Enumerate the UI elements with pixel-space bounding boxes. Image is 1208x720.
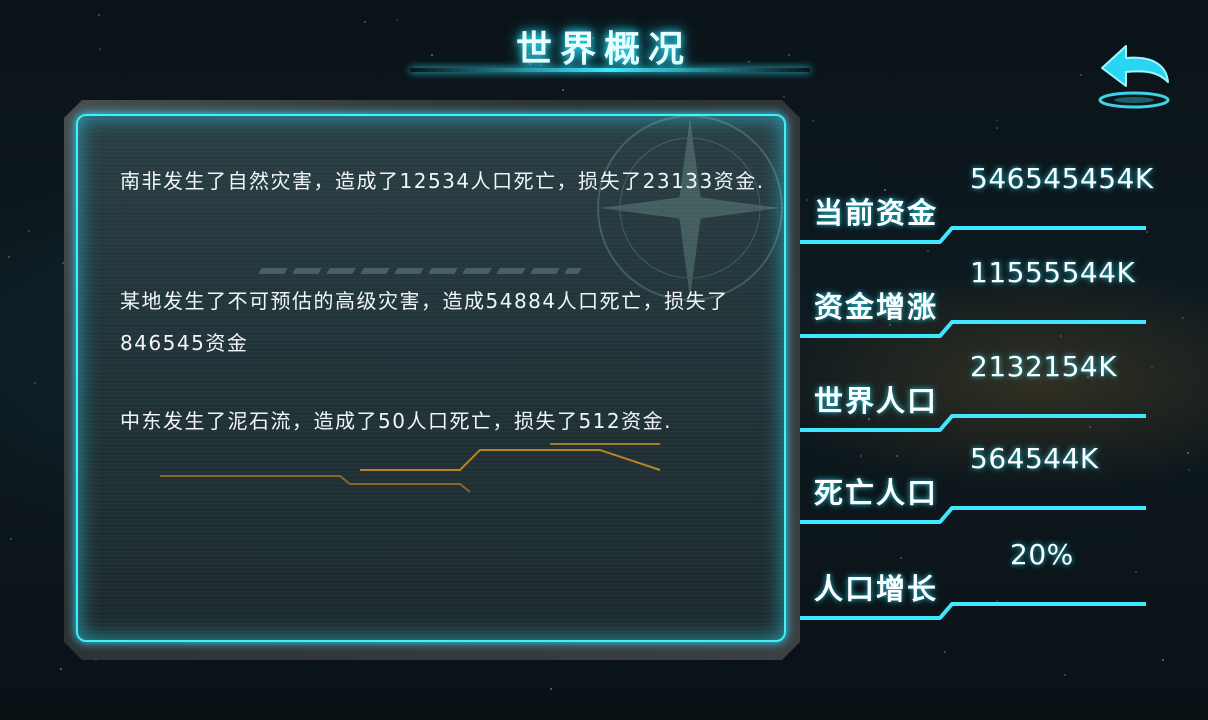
stat-value: 564544K [970,442,1099,475]
star-dot [28,230,30,232]
event-message: 中东发生了泥石流，造成了50人口死亡，损失了512资金. [120,409,672,433]
star-dot [1188,469,1190,471]
star-dot [1080,74,1082,76]
compass-decoration [597,115,783,301]
star-dot [944,651,946,653]
star-dot [996,120,998,122]
stat-value: 11555544K [970,256,1136,289]
star-dot [98,14,100,16]
star-dot [562,89,564,91]
event-message: 南非发生了自然灾害，造成了12534人口死亡，损失了23133资金. [120,169,765,193]
stat-underline [800,414,1146,432]
star-dot [8,256,10,258]
stat-current-funds: 546545454K 当前资金 [800,162,1160,252]
stat-value: 546545454K [970,162,1154,195]
star-dot [783,96,785,98]
back-arrow-icon [1098,45,1170,109]
title-underline [410,68,810,72]
star-dot [1182,317,1184,319]
stat-value: 20% [1010,538,1074,571]
stat-underline [800,602,1146,620]
stat-underline [800,226,1146,244]
stat-world-population: 2132154K 世界人口 [800,350,1160,440]
stat-value: 2132154K [970,350,1118,383]
star-dot [62,262,64,264]
star-dot [550,688,552,690]
star-dot [10,538,12,540]
back-button[interactable] [1096,38,1176,114]
dash-strip-decoration [258,268,582,274]
star-dot [60,668,62,670]
event-message: 某地发生了不可预估的高级灾害，造成54884人口死亡，损失了846545资金 [120,289,729,355]
star-dot [1162,659,1164,661]
star-dot [34,382,36,384]
star-dot [996,127,998,129]
star-dot [1064,674,1066,676]
circuit-line-decoration [160,443,661,493]
stat-deaths: 564544K 死亡人口 [800,442,1160,532]
star-dot [812,120,814,122]
stat-population-growth: 20% 人口增长 [800,538,1160,628]
stat-underline [800,506,1146,524]
stat-underline [800,320,1146,338]
game-screen: 世界概况 南非发生了自然灾害，造成了12534人口死亡，损失了23133资金. … [0,0,1208,720]
stat-fund-growth: 11555544K 资金增涨 [800,256,1160,346]
page-title: 世界概况 [515,29,692,70]
star-dot [1187,452,1189,454]
